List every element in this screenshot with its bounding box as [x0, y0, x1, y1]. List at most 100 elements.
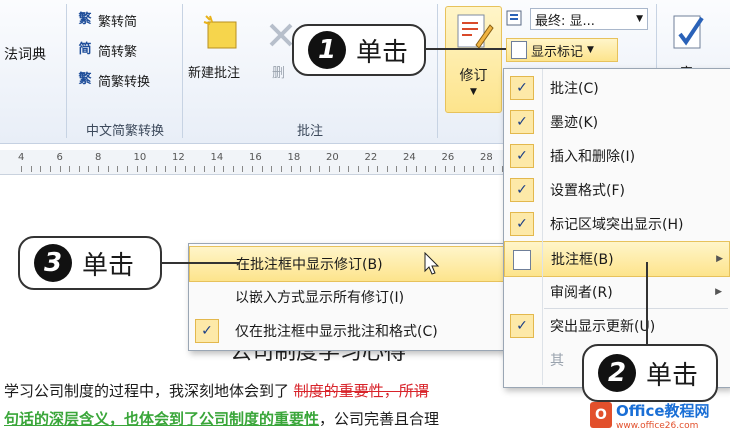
- ruler-tick-mark: [203, 166, 205, 172]
- checkmark-icon: ✓: [510, 178, 534, 202]
- ruler-tick-mark: [338, 166, 340, 172]
- new-comment-button[interactable]: [200, 14, 240, 54]
- markup-menu-item[interactable]: 批注框(B) ▶: [504, 241, 730, 277]
- balloons-menu-item[interactable]: 在批注框中显示修订(B): [189, 246, 504, 282]
- markup-menu-item[interactable]: ✓ 批注(C): [504, 71, 728, 105]
- ruler-tick-mark: [444, 166, 446, 172]
- checkmark-icon: ✓: [195, 319, 219, 343]
- menu-gutter: [542, 69, 543, 385]
- checkmark-icon: ✓: [510, 144, 534, 168]
- callout-text: 单击: [356, 37, 409, 68]
- check-document-icon: [673, 15, 704, 49]
- ruler-tick-mark: [329, 166, 330, 172]
- ruler-tick-mark: [117, 166, 119, 172]
- display-for-review-value: 最终: 显...: [535, 13, 595, 29]
- ruler-tick-mark: [194, 166, 196, 172]
- conversion-button[interactable]: 繁 简繁转换: [76, 70, 150, 90]
- document-line-1: 学习公司制度的过程中，我深刻地体会到了 制度的重要性，所谓: [4, 380, 429, 401]
- menu-item-label: 批注框(B): [551, 252, 614, 268]
- ruler-tick-mark: [136, 166, 138, 172]
- ruler-tick-label: 14: [210, 152, 224, 163]
- ruler-tick-mark: [252, 166, 253, 172]
- callout-2: 2 单击: [582, 344, 718, 402]
- ruler-tick-mark: [126, 166, 128, 172]
- ruler-tick-mark: [30, 166, 32, 172]
- traditional-icon: 繁: [78, 12, 92, 27]
- ruler-tick-mark: [309, 166, 311, 172]
- balloons-menu-item[interactable]: 以嵌入方式显示所有修订(I): [189, 280, 502, 314]
- ruler-tick-mark: [348, 166, 350, 172]
- ruler-tick-mark: [280, 166, 282, 172]
- show-markup-label: 显示标记: [531, 44, 584, 60]
- menu-item-label: 墨迹(K): [550, 115, 599, 131]
- ruler-tick-mark: [184, 166, 186, 172]
- horizontal-ruler[interactable]: 4 6 8 10 12 14 16 18 20 22 24 26 28: [0, 150, 515, 175]
- callout-text: 单击: [646, 360, 699, 391]
- chevron-down-icon: ▼: [587, 45, 594, 55]
- markup-menu-item[interactable]: ✓ 标记区域突出显示(H): [504, 207, 728, 241]
- display-for-review-icon: [506, 10, 522, 26]
- ruler-tick-label: 16: [249, 152, 262, 163]
- ruler-tick-mark: [492, 166, 494, 172]
- balloons-menu-item[interactable]: ✓ 仅在批注框中显示批注和格式(C): [189, 314, 502, 348]
- checkmark-icon: ✓: [510, 110, 534, 134]
- track-changes-button[interactable]: 修订 ▼: [445, 6, 502, 113]
- ruler-tick-mark: [223, 166, 225, 172]
- menu-item-label: 其: [550, 353, 564, 369]
- ruler-tick-mark: [271, 166, 273, 172]
- new-comment-icon: [203, 15, 237, 49]
- show-markup-button[interactable]: 显示标记 ▼: [506, 38, 618, 62]
- ruler-tick-mark: [300, 166, 302, 172]
- ruler-tick-mark: [242, 166, 244, 172]
- submenu-arrow-icon: ▶: [715, 287, 722, 297]
- chevron-down-icon: ▼: [636, 14, 643, 24]
- display-for-review-dropdown[interactable]: 最终: 显... ▼: [530, 8, 648, 30]
- group-separator: [182, 4, 183, 138]
- ruler-tick-mark: [232, 166, 234, 172]
- ruler-tick-mark: [473, 166, 475, 172]
- dictionary-button-partial[interactable]: 法词典: [4, 44, 46, 64]
- ruler-tick-label: 20: [326, 152, 339, 163]
- checkmark-icon: ✓: [510, 314, 534, 338]
- ruler-tick-mark: [434, 166, 436, 172]
- ruler-tick-mark: [146, 166, 148, 172]
- conversion-label: 简繁转换: [98, 74, 151, 90]
- ruler-tick-mark: [290, 166, 292, 172]
- deleted-text: 制度的重要性，所谓: [293, 382, 429, 400]
- markup-menu-item[interactable]: ✓ 设置格式(F): [504, 173, 728, 207]
- step-number-badge: 3: [34, 244, 72, 282]
- ruler-tick-mark: [415, 166, 417, 172]
- ruler-tick-label: 26: [441, 152, 455, 163]
- ruler-tick-mark: [69, 166, 71, 172]
- ruler-tick-label: 28: [480, 152, 493, 163]
- to-traditional-button[interactable]: 繁 繁转简: [76, 10, 137, 30]
- ruler-tick-mark: [213, 166, 215, 172]
- ruler-tick-mark: [386, 166, 388, 172]
- markup-menu-item[interactable]: ✓ 突出显示更新(U): [504, 309, 728, 343]
- ruler-tick-mark: [49, 166, 51, 172]
- callout-2-leader: [646, 262, 648, 346]
- watermark-url: www.office26.com: [616, 420, 699, 431]
- markup-menu-item[interactable]: ✓ 插入和删除(I): [504, 139, 728, 173]
- callout-3-leader: [160, 262, 240, 264]
- chevron-down-icon: ▼: [470, 87, 477, 97]
- delete-label-partial: 删: [272, 66, 286, 81]
- callout-3: 3 单击: [18, 236, 162, 290]
- markup-menu-item[interactable]: ✓ 墨迹(K): [504, 105, 728, 139]
- menu-item-label: 标记区域突出显示(H): [550, 217, 684, 233]
- ruler-tick-mark: [463, 166, 465, 172]
- to-simplified-button[interactable]: 简 简转繁: [76, 40, 137, 60]
- mouse-pointer-icon: [424, 251, 440, 280]
- markup-menu-item[interactable]: 审阅者(R) ▶: [504, 275, 728, 309]
- ruler-tick-mark: [175, 166, 176, 172]
- ruler-tick-mark: [88, 166, 90, 172]
- group-separator: [66, 4, 67, 138]
- ruler-tick-mark: [40, 166, 42, 172]
- show-markup-icon: [511, 41, 527, 59]
- ruler-tick-label: 22: [364, 152, 378, 163]
- group-separator: [437, 4, 438, 138]
- chinese-conversion-group-label: 中文简繁转换: [85, 124, 164, 139]
- callout-1-leader: [424, 48, 506, 50]
- review-pane-button[interactable]: [668, 12, 708, 52]
- watermark: O Office教程网 www.office26.com: [590, 396, 728, 434]
